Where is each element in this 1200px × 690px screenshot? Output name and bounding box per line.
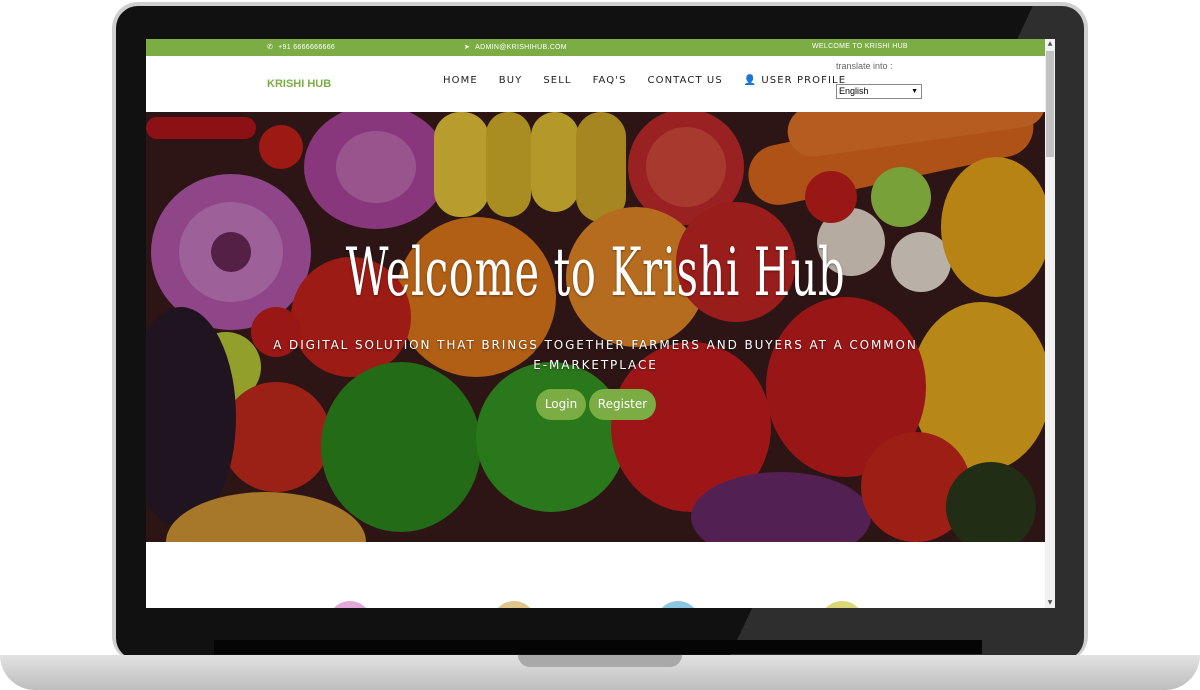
phone-icon: ✆ (267, 44, 274, 51)
email-address: ADMIN@KRISHIHUB.COM (475, 43, 567, 51)
vegetables-background-image (146, 112, 1045, 542)
scroll-down-icon[interactable]: ▼ (1045, 598, 1055, 608)
scroll-up-icon[interactable]: ▲ (1045, 39, 1055, 49)
nav-home[interactable]: HOME (443, 75, 478, 86)
phone-contact[interactable]: ✆ +91 6666666666 (267, 43, 336, 52)
vertical-scrollbar[interactable]: ▲ ▼ (1045, 39, 1055, 608)
features-section (146, 542, 1045, 608)
top-info-bar: ✆ +91 6666666666 ➤ ADMIN@KRISHIHUB.COM W… (146, 39, 1045, 56)
user-icon: 👤 (743, 75, 758, 86)
nav-links: HOME BUY SELL FAQ'S CONTACT US 👤 USER PR… (443, 75, 867, 86)
nav-buy[interactable]: BUY (499, 75, 523, 86)
nav-user-profile[interactable]: 👤 USER PROFILE (744, 75, 846, 86)
nav-user-profile-label: USER PROFILE (761, 75, 847, 86)
feature-circle-3 (656, 601, 700, 608)
nav-sell[interactable]: SELL (543, 75, 571, 86)
brand-logo[interactable]: KRISHI HUB (267, 78, 331, 90)
hero-subtitle: A DIGITAL SOLUTION THAT BRINGS TOGETHER … (273, 338, 918, 372)
browser-screen: ✆ +91 6666666666 ➤ ADMIN@KRISHIHUB.COM W… (146, 39, 1055, 608)
hero-banner: Welcome to Krishi Hub A DIGITAL SOLUTION… (146, 112, 1045, 542)
nav-contact-us[interactable]: CONTACT US (648, 75, 723, 86)
register-button[interactable]: Register (589, 389, 656, 420)
translate-label: translate into : (836, 61, 893, 71)
language-selected: English (839, 86, 869, 96)
email-contact[interactable]: ➤ ADMIN@KRISHIHUB.COM (464, 43, 567, 52)
nav-faqs[interactable]: FAQ'S (593, 75, 627, 86)
welcome-label: WELCOME TO KRISHI HUB (812, 43, 908, 50)
feature-circle-1 (328, 601, 372, 608)
send-icon: ➤ (464, 44, 471, 51)
laptop-notch (518, 655, 682, 667)
hero-title: Welcome to Krishi Hub (345, 234, 846, 311)
screen-lip (214, 640, 982, 654)
feature-circle-2 (492, 601, 536, 608)
feature-circle-4 (820, 601, 864, 608)
language-select[interactable]: English ▼ (836, 84, 922, 99)
phone-number: +91 6666666666 (278, 43, 336, 51)
welcome-text: WELCOME TO KRISHI HUB (812, 43, 908, 50)
navbar: KRISHI HUB HOME BUY SELL FAQ'S CONTACT U… (146, 56, 1045, 112)
login-button[interactable]: Login (536, 389, 586, 420)
scroll-thumb[interactable] (1046, 51, 1054, 157)
dropdown-arrow-icon: ▼ (911, 88, 918, 95)
